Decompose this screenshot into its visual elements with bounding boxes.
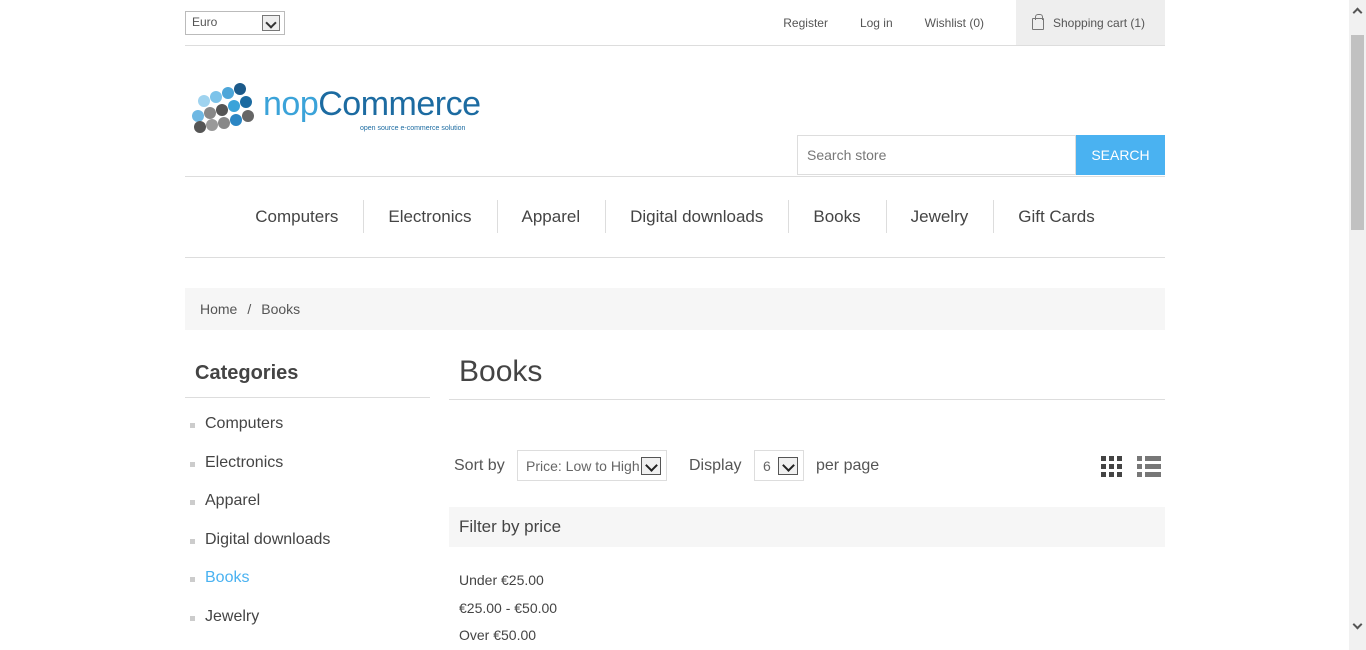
register-link[interactable]: Register [783, 16, 828, 30]
categories-list: Computers Electronics Apparel Digital do… [185, 415, 430, 646]
category-item-apparel[interactable]: Apparel [185, 492, 430, 531]
price-range-link[interactable]: Under €25.00 [459, 572, 1165, 600]
shopping-bag-icon [1032, 13, 1044, 30]
display-label: Display [689, 457, 742, 474]
list-view-icon[interactable] [1137, 456, 1161, 477]
header-main: nopCommerce open source e-commerce solut… [185, 46, 1165, 176]
price-filter-title: Filter by price [449, 507, 1165, 547]
category-item-books[interactable]: Books [185, 569, 430, 608]
breadcrumb-home-link[interactable]: Home [200, 301, 237, 317]
per-page-label: per page [816, 457, 880, 474]
search-input[interactable] [797, 135, 1076, 175]
breadcrumb-separator: / [247, 301, 252, 317]
chevron-down-icon [778, 457, 798, 475]
price-range-link[interactable]: Over €50.00 [459, 627, 1165, 650]
product-selectors: Sort by Price: Low to High Display 6 per… [449, 450, 1165, 510]
scrollbar-thumb[interactable] [1351, 35, 1364, 230]
menu-item-computers[interactable]: Computers [230, 207, 363, 227]
sort-by-select[interactable]: Price: Low to High [517, 450, 667, 481]
menu-item-electronics[interactable]: Electronics [363, 200, 496, 233]
logo-brand-suffix: Commerce [318, 85, 481, 123]
menu-item-digital-downloads[interactable]: Digital downloads [605, 200, 788, 233]
search-button[interactable]: SEARCH [1076, 135, 1165, 175]
logo-tagline: open source e-commerce solution [360, 125, 466, 132]
breadcrumb-current: Books [261, 301, 301, 317]
currency-select[interactable]: Euro [185, 11, 285, 35]
page-title: Books [449, 350, 1165, 400]
page-size-value: 6 [763, 458, 771, 474]
currency-value: Euro [192, 15, 218, 29]
categories-sidebar: Categories Computers Electronics Apparel… [185, 350, 430, 646]
sort-by-value: Price: Low to High [526, 458, 640, 474]
menu-item-books[interactable]: Books [788, 200, 885, 233]
menu-item-jewelry[interactable]: Jewelry [885, 200, 994, 233]
scroll-down-icon[interactable] [1352, 619, 1363, 630]
page-size-select[interactable]: 6 [754, 450, 804, 481]
vertical-scrollbar[interactable] [1349, 0, 1366, 650]
sort-by-label: Sort by [454, 457, 505, 474]
logo-wordmark: nopCommerce [263, 85, 481, 124]
breadcrumb: Home / Books [185, 288, 1165, 330]
store-logo[interactable]: nopCommerce open source e-commerce solut… [190, 83, 500, 138]
header-links: Register Log in Wishlist (0) Shopping ca… [783, 0, 1165, 45]
category-item-computers[interactable]: Computers [185, 415, 430, 454]
categories-title: Categories [185, 350, 430, 398]
menu-item-gift-cards[interactable]: Gift Cards [993, 200, 1120, 233]
shopping-cart-label: Shopping cart (1) [1053, 15, 1146, 30]
chevron-down-icon [262, 15, 280, 31]
scroll-up-icon[interactable] [1352, 7, 1363, 18]
chevron-down-icon [641, 457, 661, 475]
category-item-digital-downloads[interactable]: Digital downloads [185, 531, 430, 570]
logo-brand-prefix: nop [263, 85, 319, 123]
wishlist-link[interactable]: Wishlist (0) [925, 16, 984, 30]
price-range-list: Under €25.00 €25.00 - €50.00 Over €50.00 [449, 572, 1165, 650]
category-item-jewelry[interactable]: Jewelry [185, 608, 430, 647]
header-links-bar: Euro Register Log in Wishlist (0) Shoppi… [185, 0, 1165, 46]
category-item-electronics[interactable]: Electronics [185, 454, 430, 493]
grid-view-icon[interactable] [1101, 456, 1122, 477]
logo-dots-icon [190, 83, 260, 135]
page-container: Euro Register Log in Wishlist (0) Shoppi… [185, 0, 1165, 643]
price-range-link[interactable]: €25.00 - €50.00 [459, 600, 1165, 628]
top-menu: Computers Electronics Apparel Digital do… [185, 176, 1165, 258]
main-content: Books Sort by Price: Low to High Display… [449, 350, 1165, 650]
shopping-cart-link[interactable]: Shopping cart (1) [1016, 0, 1165, 45]
menu-item-apparel[interactable]: Apparel [496, 200, 606, 233]
search-box: SEARCH [797, 135, 1165, 175]
login-link[interactable]: Log in [860, 16, 893, 30]
